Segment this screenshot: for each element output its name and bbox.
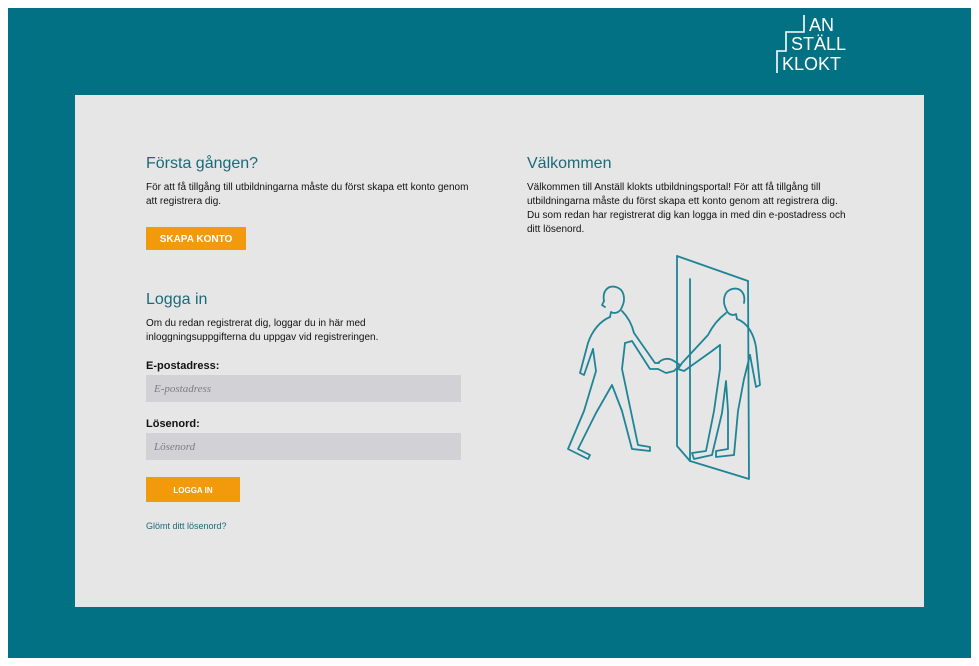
email-label: E-postadress:: [146, 360, 220, 372]
first-time-heading: Första gången?: [146, 155, 259, 172]
anstall-klokt-logo[interactable]: AN STÄLL KLOKT: [776, 13, 846, 75]
password-field[interactable]: [146, 433, 461, 460]
login-text: Om du redan registrerat dig, loggar du i…: [146, 318, 379, 343]
forgot-password-link[interactable]: Glömt ditt lösenord?: [146, 521, 227, 531]
welcome-text: Välkommen till Anställ klokts utbildning…: [527, 182, 846, 235]
login-button[interactable]: LOGGA IN: [146, 477, 240, 502]
logo-line3: KLOKT: [782, 54, 841, 74]
right-column: Välkommen Välkommen till Anställ klokts …: [527, 155, 857, 480]
logo-line1: AN: [809, 15, 834, 35]
email-field[interactable]: [146, 375, 461, 402]
create-account-button[interactable]: SKAPA KONTO: [146, 227, 246, 250]
handshake-illustration: [567, 255, 761, 480]
welcome-heading: Välkommen: [527, 155, 612, 172]
login-heading: Logga in: [146, 291, 208, 308]
logo-line2: STÄLL: [791, 34, 846, 54]
main-card: Första gången? För att få tillgång till …: [75, 95, 924, 607]
password-label: Lösenord:: [146, 418, 200, 430]
left-column: Första gången? För att få tillgång till …: [146, 155, 476, 534]
first-time-text: För att få tillgång till utbildningarna …: [146, 182, 469, 207]
